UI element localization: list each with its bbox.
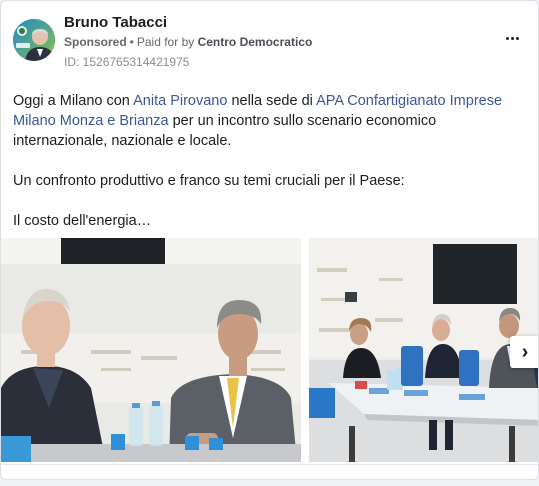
carousel-next-button[interactable]: › xyxy=(510,336,538,368)
sponsored-meta: Sponsored • Paid for by Centro Democratico xyxy=(64,35,312,49)
post-paragraph-2: Un confronto produttivo e franco su temi… xyxy=(13,173,405,189)
sponsored-label: Sponsored xyxy=(64,35,127,49)
card-footer-divider xyxy=(1,464,538,479)
post-header: Bruno Tabacci Sponsored • Paid for by Cent… xyxy=(13,13,526,73)
author-name[interactable]: Bruno Tabacci xyxy=(64,14,167,31)
paid-for-prefix: Paid for by xyxy=(136,35,195,49)
post-text: nella sede di xyxy=(227,93,317,109)
ad-id: ID: 1526765314421975 xyxy=(64,55,190,69)
chevron-right-icon: › xyxy=(521,341,529,363)
post-paragraph-3: Il costo dell'energia… xyxy=(13,213,152,229)
meeting-photo-wide xyxy=(309,238,538,462)
post-paragraph-1: Oggi a Milano con Anita Pirovano nella s… xyxy=(13,91,528,151)
paid-for-by-name[interactable]: Centro Democratico xyxy=(198,35,313,49)
meeting-photo-closeup xyxy=(1,238,301,462)
ad-post-card: Bruno Tabacci Sponsored • Paid for by Cent… xyxy=(0,0,539,480)
mention-link-anita-pirovano[interactable]: Anita Pirovano xyxy=(133,93,227,109)
carousel-photo-1[interactable] xyxy=(1,238,301,462)
photo-carousel xyxy=(1,238,538,464)
more-options-icon[interactable] xyxy=(500,31,524,45)
meta-separator: • xyxy=(129,35,134,49)
avatar-image xyxy=(13,19,55,61)
avatar[interactable] xyxy=(13,19,55,61)
carousel-photo-2[interactable] xyxy=(309,238,538,462)
post-body: Oggi a Milano con Anita Pirovano nella s… xyxy=(13,91,528,231)
post-text: Oggi a Milano con xyxy=(13,93,134,109)
